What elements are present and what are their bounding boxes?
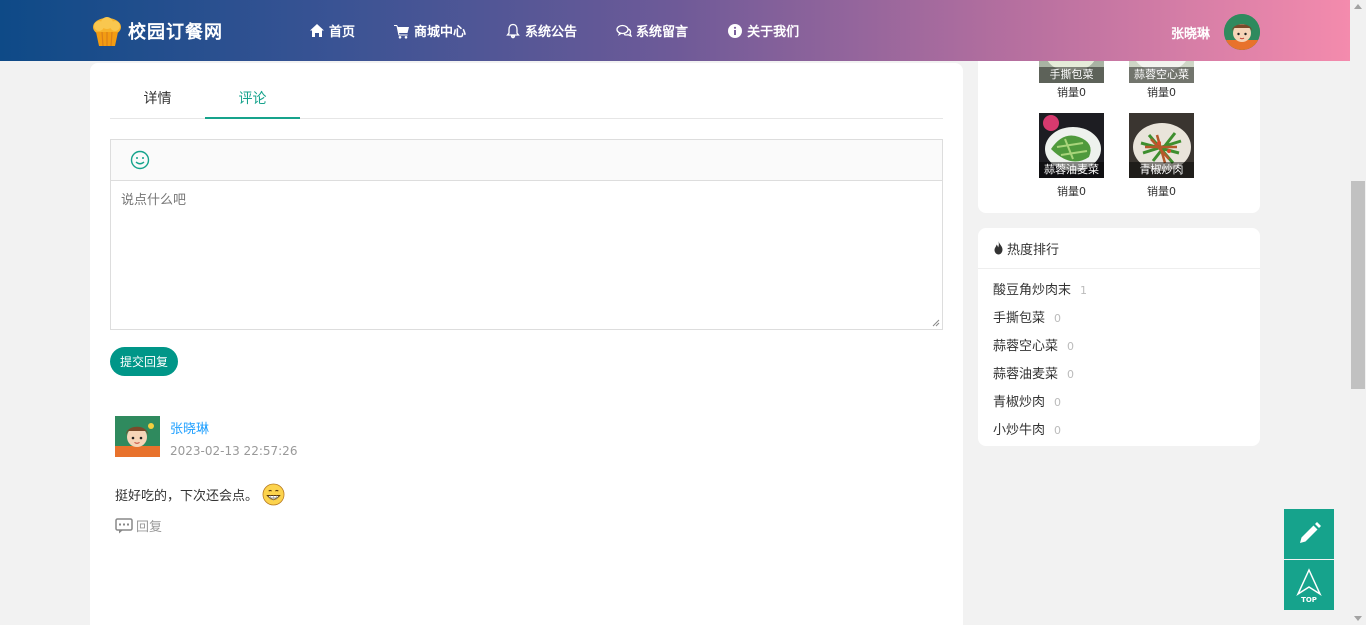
product-sales: 销量0 (1147, 185, 1176, 198)
resize-handle-icon[interactable] (932, 319, 940, 327)
submit-reply-button[interactable]: 提交回复 (110, 347, 178, 376)
hot-item[interactable]: 酸豆角炒肉末 1 (993, 279, 1260, 307)
smile-icon[interactable] (130, 150, 150, 170)
site-name: 校园订餐网 (128, 22, 223, 43)
bell-icon (506, 23, 520, 38)
edit-float-button[interactable] (1284, 509, 1334, 559)
hot-item[interactable]: 青椒炒肉 0 (993, 391, 1260, 419)
reply-button[interactable]: 回复 (115, 516, 162, 535)
hot-item-count: 0 (1054, 396, 1062, 409)
site-logo[interactable]: 校园订餐网 (90, 14, 223, 48)
hot-item[interactable]: 蒜蓉空心菜 0 (993, 335, 1260, 363)
hot-ranking-list: 酸豆角炒肉末 1 手撕包菜 0 蒜蓉空心菜 0 蒜蓉油麦菜 0 青椒炒肉 0 小… (978, 269, 1260, 447)
scroll-down-arrow-icon[interactable] (1354, 616, 1362, 621)
main-content-card: 详情 评论 提交回复 张晓琳 2023-02-13 22:57:26 挺好吃的， (90, 63, 963, 625)
hot-item[interactable]: 蒜蓉油麦菜 0 (993, 363, 1260, 391)
home-icon (310, 23, 324, 37)
hot-item-count: 0 (1067, 368, 1075, 381)
comment-input[interactable] (111, 181, 942, 329)
hot-ranking-card: 热度排行 酸豆角炒肉末 1 手撕包菜 0 蒜蓉空心菜 0 蒜蓉油麦菜 0 青椒炒… (978, 228, 1260, 446)
scrollbar-thumb[interactable] (1351, 181, 1365, 389)
chat-icon (616, 24, 633, 37)
info-icon (728, 23, 743, 38)
detail-tabs: 详情 评论 (110, 81, 943, 119)
hot-item[interactable]: 手撕包菜 0 (993, 307, 1260, 335)
nav-shop[interactable]: 商城中心 (394, 21, 466, 40)
grin-emoji-icon (262, 483, 285, 506)
user-avatar[interactable] (1224, 14, 1260, 50)
product-name: 青椒炒肉 (1129, 162, 1194, 178)
nav-shop-label: 商城中心 (414, 25, 467, 40)
product-sales: 销量0 (1057, 86, 1086, 99)
hot-item[interactable]: 小炒牛肉 0 (993, 419, 1260, 447)
comment-editor (110, 139, 943, 330)
comment-author[interactable]: 张晓琳 (170, 418, 209, 437)
hot-item-count: 1 (1080, 284, 1088, 297)
nav-about-label: 关于我们 (747, 25, 800, 40)
nav-notice-label: 系统公告 (525, 25, 578, 40)
product-sales: 销量0 (1057, 185, 1086, 198)
reply-label: 回复 (136, 520, 163, 535)
nav-notice[interactable]: 系统公告 (505, 21, 577, 40)
editor-toolbar (111, 140, 942, 181)
nav-message[interactable]: 系统留言 (616, 21, 688, 40)
cupcake-logo-icon (93, 17, 121, 47)
hot-item-name: 酸豆角炒肉末 (993, 283, 1072, 298)
product-name: 手撕包菜 (1039, 67, 1104, 83)
page-scrollbar[interactable] (1350, 0, 1366, 625)
top-label: TOP (1301, 596, 1317, 604)
product-name: 蒜蓉油麦菜 (1039, 162, 1104, 178)
product-sales: 销量0 (1147, 86, 1176, 99)
user-name: 张晓琳 (1170, 26, 1210, 42)
user-menu[interactable]: 张晓琳 (1171, 14, 1260, 50)
hot-item-name: 手撕包菜 (993, 311, 1046, 326)
hot-item-name: 蒜蓉油麦菜 (993, 367, 1059, 382)
hot-item-count: 0 (1054, 424, 1062, 437)
commenter-avatar[interactable] (115, 416, 160, 457)
hot-item-count: 0 (1067, 340, 1075, 353)
top-header: 校园订餐网 首页 商城中心 系统公告 系统留言 关于我们 张晓琳 (0, 0, 1350, 61)
back-to-top-button[interactable]: TOP (1284, 560, 1334, 610)
related-products-card: 手撕包菜 销量0 蒜蓉空心菜 销量0 蒜蓉油麦菜 销量0 青椒炒肉 销量0 (978, 40, 1260, 213)
hot-ranking-header: 热度排行 (978, 228, 1260, 269)
product-name: 蒜蓉空心菜 (1129, 67, 1194, 83)
reply-icon (115, 517, 133, 533)
tab-details[interactable]: 详情 (110, 81, 205, 119)
tab-comments[interactable]: 评论 (205, 81, 300, 119)
hot-ranking-title: 热度排行 (1007, 242, 1060, 258)
hot-item-count: 0 (1054, 312, 1062, 325)
fire-icon (994, 241, 1003, 255)
nav-home-label: 首页 (329, 25, 356, 40)
scroll-up-arrow-icon[interactable] (1354, 4, 1362, 9)
main-nav: 首页 商城中心 系统公告 系统留言 关于我们 (309, 0, 838, 61)
nav-home[interactable]: 首页 (309, 21, 355, 40)
cart-icon (394, 24, 410, 39)
comment-body: 挺好吃的，下次还会点。 (115, 483, 285, 506)
comment-time: 2023-02-13 22:57:26 (170, 444, 298, 458)
hot-item-name: 青椒炒肉 (993, 395, 1046, 410)
nav-about[interactable]: 关于我们 (727, 21, 799, 40)
hot-item-name: 小炒牛肉 (993, 423, 1046, 438)
hot-item-name: 蒜蓉空心菜 (993, 339, 1059, 354)
nav-message-label: 系统留言 (636, 25, 689, 40)
comment-text: 挺好吃的，下次还会点。 (115, 489, 259, 504)
